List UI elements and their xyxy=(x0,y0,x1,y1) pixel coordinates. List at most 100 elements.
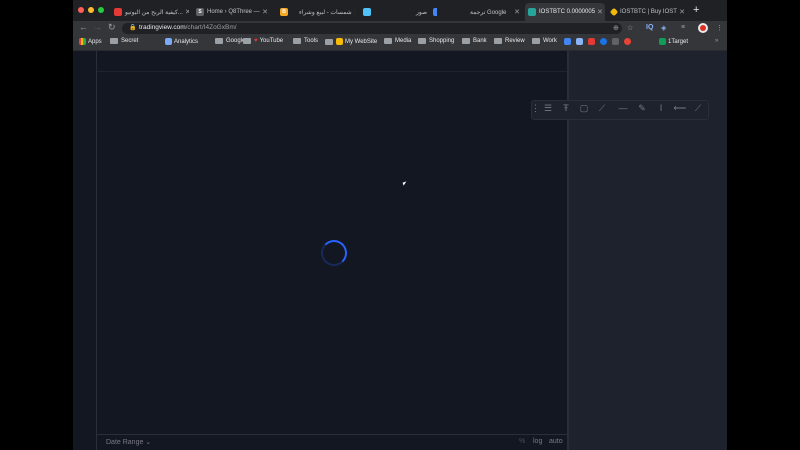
chart-header-divider xyxy=(97,71,567,72)
log-scale-toggle[interactable]: log xyxy=(533,438,542,445)
extension-iq-icon[interactable]: IQ xyxy=(646,24,653,31)
bookmark-label: My WebSite xyxy=(345,38,378,45)
bookmark-work[interactable]: Work xyxy=(532,38,557,44)
folder-icon xyxy=(462,38,470,44)
rectangle-tool-icon[interactable]: ▢ xyxy=(577,103,591,114)
folder-icon xyxy=(532,38,540,44)
tab-title: شمسات - لبيع وشراء xyxy=(299,9,352,16)
brush-tool-icon[interactable]: ✎ xyxy=(635,103,649,114)
menu-kebab-icon[interactable]: ⋮ xyxy=(716,24,723,32)
folder-icon xyxy=(494,38,502,44)
fib-retracement-icon[interactable]: ☰ xyxy=(541,103,555,114)
reload-icon[interactable]: ↻ xyxy=(108,22,116,33)
bookmark-label: Bank xyxy=(473,38,487,44)
bookmark-label: 1Target xyxy=(668,38,689,45)
tab-title: IOSTBTC | Buy IOST xyxy=(620,9,677,15)
bookmark-label: Review xyxy=(505,38,525,44)
tab-shamsat[interactable]: B شمسات - لبيع وشراء ✕ xyxy=(277,3,355,21)
minimize-window-button[interactable] xyxy=(88,7,94,13)
text-tool-icon[interactable]: Ŧ xyxy=(559,103,573,113)
bookmark-apps[interactable]: Apps xyxy=(79,38,102,45)
bookmark-label: Shopping xyxy=(429,38,455,44)
site-favicon-icon: S xyxy=(196,8,204,16)
vertical-line-icon[interactable]: ǀ xyxy=(654,103,668,113)
auto-scale-toggle[interactable]: auto xyxy=(549,438,563,445)
back-arrow-icon[interactable]: ← xyxy=(79,22,88,32)
bookmark-label: Tools xyxy=(304,38,319,44)
bookmark-label: YouTube xyxy=(259,38,284,44)
add-to-circle-icon[interactable]: ⊕ xyxy=(613,24,619,32)
drag-handle-icon[interactable]: ⋮ xyxy=(531,103,540,114)
browser-window: كيفية الربح من اليوتيو... ✕ S Home › Q8T… xyxy=(73,0,727,450)
tab-title: IOSTBTC 0.0000005 xyxy=(539,9,596,15)
bookmark-site-icon xyxy=(600,38,607,45)
more-bookmarks-icon[interactable]: » xyxy=(715,38,718,44)
left-toolbar-divider xyxy=(96,51,97,450)
horizontal-line-icon[interactable]: — xyxy=(616,103,630,113)
loading-spinner-icon xyxy=(321,240,347,266)
url-text[interactable]: tradingview.com/chart/I4ZoGxBm/ xyxy=(139,24,237,31)
tab-binance[interactable]: IOSTBTC | Buy IOST ✕ xyxy=(608,3,688,21)
tab-pinned[interactable] xyxy=(360,3,386,21)
bookmark-site-icon xyxy=(624,38,631,45)
horizontal-ray-icon[interactable]: ⟵ xyxy=(673,103,687,114)
tab-close-icon[interactable]: ✕ xyxy=(352,8,355,16)
folder-icon xyxy=(325,38,333,45)
bookmark-analytics[interactable]: Analytics xyxy=(165,38,198,45)
tab-close-icon[interactable]: ✕ xyxy=(512,8,520,16)
bookmark-label: Work xyxy=(543,38,557,44)
lock-icon[interactable]: 🔒 xyxy=(129,24,136,31)
ray-tool-icon[interactable]: ⟋ xyxy=(691,103,705,114)
bookmark-site-icon xyxy=(564,38,571,45)
folder-icon xyxy=(293,38,301,44)
percent-toggle-icon[interactable]: % xyxy=(519,438,525,445)
tab-youtube-earnings[interactable]: كيفية الربح من اليوتيو... ✕ xyxy=(111,3,189,21)
site-icon xyxy=(659,38,666,45)
avatar[interactable] xyxy=(698,23,708,33)
bookmark-label: Secret xyxy=(121,38,139,44)
bookmark-youtube[interactable]: ♥ YouTube xyxy=(243,38,283,44)
tab-q8three[interactable]: S Home › Q8Three — ✕ xyxy=(193,3,271,21)
close-window-button[interactable] xyxy=(78,7,84,13)
bookmark-site-icon xyxy=(576,38,583,45)
maximize-window-button[interactable] xyxy=(98,7,104,13)
tab-tradingview-active[interactable]: IOSTBTC 0.0000005 ✕ xyxy=(525,3,605,21)
site-favicon-icon: B xyxy=(280,8,288,16)
date-range-button[interactable]: Date Range ⌄ xyxy=(106,438,151,446)
bookmark-star-icon[interactable]: ☆ xyxy=(627,24,633,32)
tab-close-icon[interactable]: ✕ xyxy=(595,8,603,16)
site-icon xyxy=(336,38,343,45)
folder-icon xyxy=(384,38,392,44)
bookmark-shopping[interactable]: Shopping xyxy=(418,38,454,44)
tab-google-translate[interactable]: ترجمة Google ✕ xyxy=(443,3,523,21)
bookmark-bank[interactable]: Bank xyxy=(462,38,487,44)
bookmark-media[interactable]: Media xyxy=(384,38,411,44)
bookmark-label: Apps xyxy=(88,38,102,45)
bookmark-tools[interactable]: Tools xyxy=(293,38,318,44)
bookmark-secret[interactable]: Secret xyxy=(110,38,138,44)
bookmark-1target[interactable]: 1Target xyxy=(659,38,688,45)
bookmark-google[interactable]: Google xyxy=(215,38,245,44)
bookmark-my-website[interactable]: My WebSite xyxy=(325,38,377,45)
bookmark-label: Media xyxy=(395,38,412,44)
bookmark-icons-group[interactable] xyxy=(564,38,633,45)
tab-close-icon[interactable]: ✕ xyxy=(677,8,685,16)
folder-icon xyxy=(110,38,118,44)
tab-close-icon[interactable]: ✕ xyxy=(183,8,189,16)
trend-line-icon[interactable]: ⟋ xyxy=(595,103,609,114)
tab-close-icon[interactable]: ✕ xyxy=(260,8,268,16)
tradingview-favicon-icon xyxy=(528,8,536,16)
chart-footer-divider xyxy=(97,434,567,435)
forward-arrow-icon[interactable]: → xyxy=(93,22,102,32)
new-tab-plus-icon[interactable]: + xyxy=(693,4,699,16)
youtube-favicon-icon xyxy=(114,8,122,16)
google-favicon-icon xyxy=(433,8,437,16)
apps-grid-icon xyxy=(79,38,86,45)
tab-images[interactable]: صور xyxy=(391,3,437,21)
folder-icon xyxy=(215,38,223,44)
bookmark-review[interactable]: Review xyxy=(494,38,525,44)
cast-icon[interactable]: ≡ xyxy=(681,24,685,31)
analytics-icon xyxy=(165,38,172,45)
bookmark-label: Analytics xyxy=(174,38,199,45)
extension-icon[interactable]: ◈ xyxy=(661,24,666,32)
